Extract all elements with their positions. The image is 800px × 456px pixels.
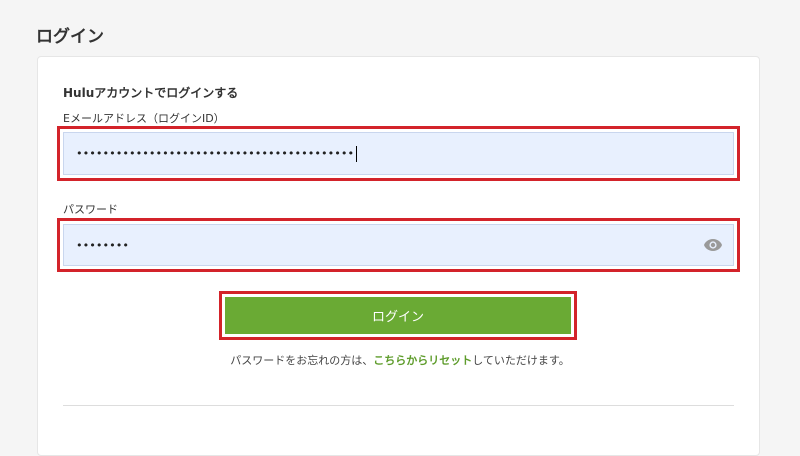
email-field[interactable]: ••••••••••••••••••••••••••••••••••••••••… bbox=[63, 132, 734, 175]
eye-icon[interactable] bbox=[703, 238, 723, 252]
password-label: パスワード bbox=[63, 203, 118, 216]
password-field-highlight: •••••••• bbox=[57, 218, 740, 272]
text-caret bbox=[356, 145, 358, 162]
reset-prefix: パスワードをお忘れの方は、 bbox=[230, 354, 374, 367]
form-heading: Huluアカウントでログインする bbox=[63, 86, 239, 100]
email-value: ••••••••••••••••••••••••••••••••••••••••… bbox=[76, 147, 355, 160]
email-label: Eメールアドレス（ログインID） bbox=[63, 112, 225, 125]
divider bbox=[63, 405, 734, 406]
login-button[interactable]: ログイン bbox=[225, 297, 571, 334]
reset-suffix: していただけます。 bbox=[472, 354, 570, 367]
email-field-highlight: ••••••••••••••••••••••••••••••••••••••••… bbox=[57, 126, 740, 181]
page-title: ログイン bbox=[36, 27, 104, 47]
password-reset-text: パスワードをお忘れの方は、こちらからリセットしていただけます。 bbox=[0, 352, 800, 368]
password-value: •••••••• bbox=[76, 238, 129, 252]
login-button-highlight: ログイン bbox=[219, 291, 577, 340]
password-field[interactable]: •••••••• bbox=[63, 224, 734, 266]
reset-link[interactable]: こちらからリセット bbox=[373, 354, 472, 367]
